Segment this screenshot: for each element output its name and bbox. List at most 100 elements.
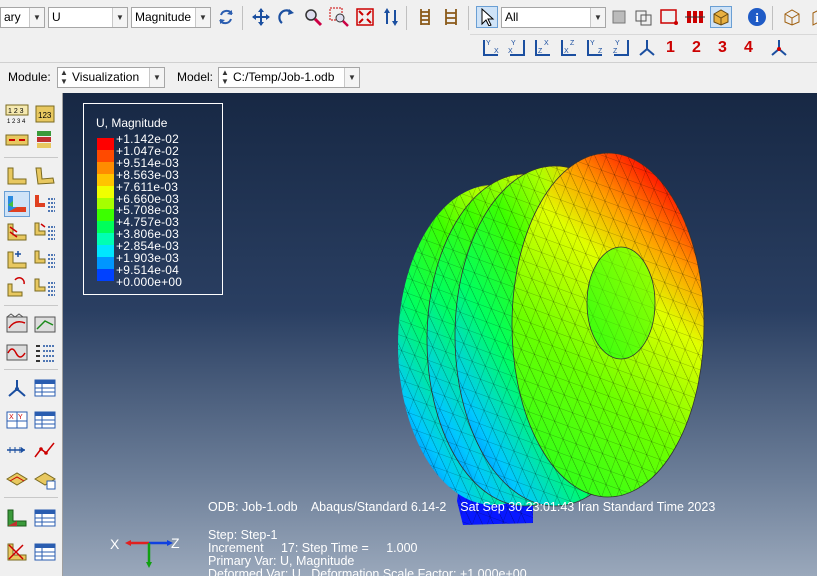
pan-button[interactable] [250, 6, 272, 28]
svg-text:Z: Z [538, 48, 543, 55]
ladder-tool-2-button[interactable] [440, 6, 462, 28]
superimpose-options-button[interactable] [32, 275, 58, 301]
pan-icon [252, 8, 270, 26]
selection-option-button[interactable] [608, 6, 630, 28]
user-view-2-button[interactable]: 2 [692, 38, 701, 58]
svg-text:Y: Y [615, 40, 620, 47]
view-cut-button[interactable] [4, 467, 30, 493]
list-options-icon [36, 345, 55, 362]
iso-axis-view-button[interactable] [636, 37, 658, 59]
triad-view-icon [771, 40, 787, 56]
xy-plot-manager-button[interactable] [32, 407, 58, 433]
orientation-options-icon [34, 250, 55, 268]
section-points-icon [5, 134, 29, 146]
zoom-button[interactable] [302, 6, 324, 28]
svg-text:X: X [564, 48, 569, 55]
xy-data-manager-button[interactable] [32, 375, 58, 401]
render-style-button[interactable] [710, 6, 732, 28]
rotate-button[interactable] [276, 6, 298, 28]
left-view-button[interactable]: YZ [584, 37, 606, 59]
view-cube-button[interactable] [806, 6, 817, 28]
create-display-group-manager-button[interactable] [32, 539, 58, 565]
ladder-tool-1-button[interactable] [414, 6, 436, 28]
select-entities-button[interactable] [633, 6, 655, 28]
auto-fit-button[interactable] [354, 6, 376, 28]
contour-options-button[interactable] [32, 191, 58, 217]
cube-outline-icon [812, 10, 817, 26]
step-frame-button[interactable]: 123 [32, 101, 58, 127]
replace-selected-button[interactable] [4, 539, 30, 565]
view-cut-manager-button[interactable] [32, 467, 58, 493]
animation-scale-icon [34, 316, 56, 333]
xy-table-icon: XY [6, 411, 28, 429]
module-combo[interactable]: ▲ ▼ Visualization ▼ [57, 67, 165, 88]
contour-icon [8, 196, 26, 212]
multiple-plot-states-icon [7, 277, 25, 297]
svg-text:X: X [494, 48, 499, 55]
graphics-viewport[interactable]: U, Magnitude +1.142e-02 +1.047e-02 +9.514e… [63, 93, 817, 576]
display-group-button[interactable] [4, 505, 30, 531]
xy-curve-button[interactable] [32, 437, 58, 463]
layers-button[interactable] [32, 127, 58, 153]
field-variable-combo[interactable]: U ▼ [48, 7, 128, 28]
svg-text:Y: Y [511, 40, 516, 47]
svg-text:Z: Z [570, 40, 575, 47]
animate-harmonic-button[interactable] [4, 339, 30, 365]
animate-time-history-button[interactable] [4, 311, 30, 337]
symbol-options-icon [34, 222, 55, 240]
model-combo[interactable]: ▲ ▼ C:/Temp/Job-1.odb ▼ [218, 67, 360, 88]
plot-undeformed-button[interactable] [4, 163, 30, 189]
symbol-options-button[interactable] [32, 219, 58, 245]
chevron-down-icon: ▼ [149, 68, 164, 87]
invariant-combo[interactable]: Magnitude ▼ [131, 7, 211, 28]
svg-text:Z: Z [598, 48, 603, 55]
rotate-icon [278, 9, 294, 24]
table-manager-icon [34, 543, 56, 561]
invariant-partial-combo[interactable]: ary ▼ [0, 7, 45, 28]
iso-view-button[interactable] [781, 6, 803, 28]
orientation-options-button[interactable] [32, 247, 58, 273]
user-view-3-button[interactable]: 3 [718, 38, 727, 58]
field-output-button[interactable]: 1 2 3 1 2 3 4 [4, 101, 30, 127]
back-view-button[interactable]: YX [506, 37, 528, 59]
right-view-button[interactable]: YZ [610, 37, 632, 59]
allow-multiple-plot-states-button[interactable] [4, 275, 30, 301]
top-view-button[interactable]: XZ [532, 37, 554, 59]
user-view-4-button[interactable]: 4 [744, 38, 753, 58]
axis-view-top-icon: XZ [535, 40, 550, 56]
bottom-view-button[interactable]: ZX [558, 37, 580, 59]
refresh-button[interactable] [215, 6, 237, 28]
display-group-manager-button[interactable] [32, 505, 58, 531]
plot-material-orientations-button[interactable] [4, 247, 30, 273]
custom-view-button[interactable] [768, 37, 790, 59]
create-xy-plot-button[interactable]: XY [4, 407, 30, 433]
field-variable-value: U [52, 10, 61, 24]
spin-arrows-icon: ▲ ▼ [221, 68, 229, 86]
front-view-button[interactable]: YX [480, 37, 502, 59]
plot-deformed-button[interactable] [32, 163, 58, 189]
view-cut-manager-icon [34, 472, 56, 490]
cycle-views-button[interactable] [380, 6, 402, 28]
select-pointer-button[interactable] [476, 6, 498, 28]
ladder-icon [445, 9, 457, 25]
table-manager-icon [34, 411, 56, 429]
plot-symbols-button[interactable] [4, 219, 30, 245]
path-arrow-icon [7, 447, 25, 453]
axis-view-back-icon: YX [508, 40, 525, 56]
user-view-1-button[interactable]: 1 [666, 38, 675, 58]
animation-options-button[interactable] [32, 339, 58, 365]
plot-contours-button[interactable] [4, 191, 30, 217]
table-manager-icon [34, 509, 56, 527]
create-xy-data-button[interactable] [4, 375, 30, 401]
select-nodes-button[interactable] [684, 6, 706, 28]
section-points-button[interactable] [4, 127, 30, 153]
animate-scale-factor-button[interactable] [32, 311, 58, 337]
selection-filter-combo[interactable]: All ▼ [501, 7, 606, 28]
svg-text:Y: Y [590, 40, 595, 47]
frames-icon: 123 [35, 105, 55, 123]
create-path-button[interactable] [4, 437, 30, 463]
box-zoom-button[interactable] [328, 6, 350, 28]
query-info-button[interactable]: i [746, 6, 768, 28]
undeformed-shape-icon [7, 167, 27, 185]
drag-select-button[interactable] [658, 6, 680, 28]
